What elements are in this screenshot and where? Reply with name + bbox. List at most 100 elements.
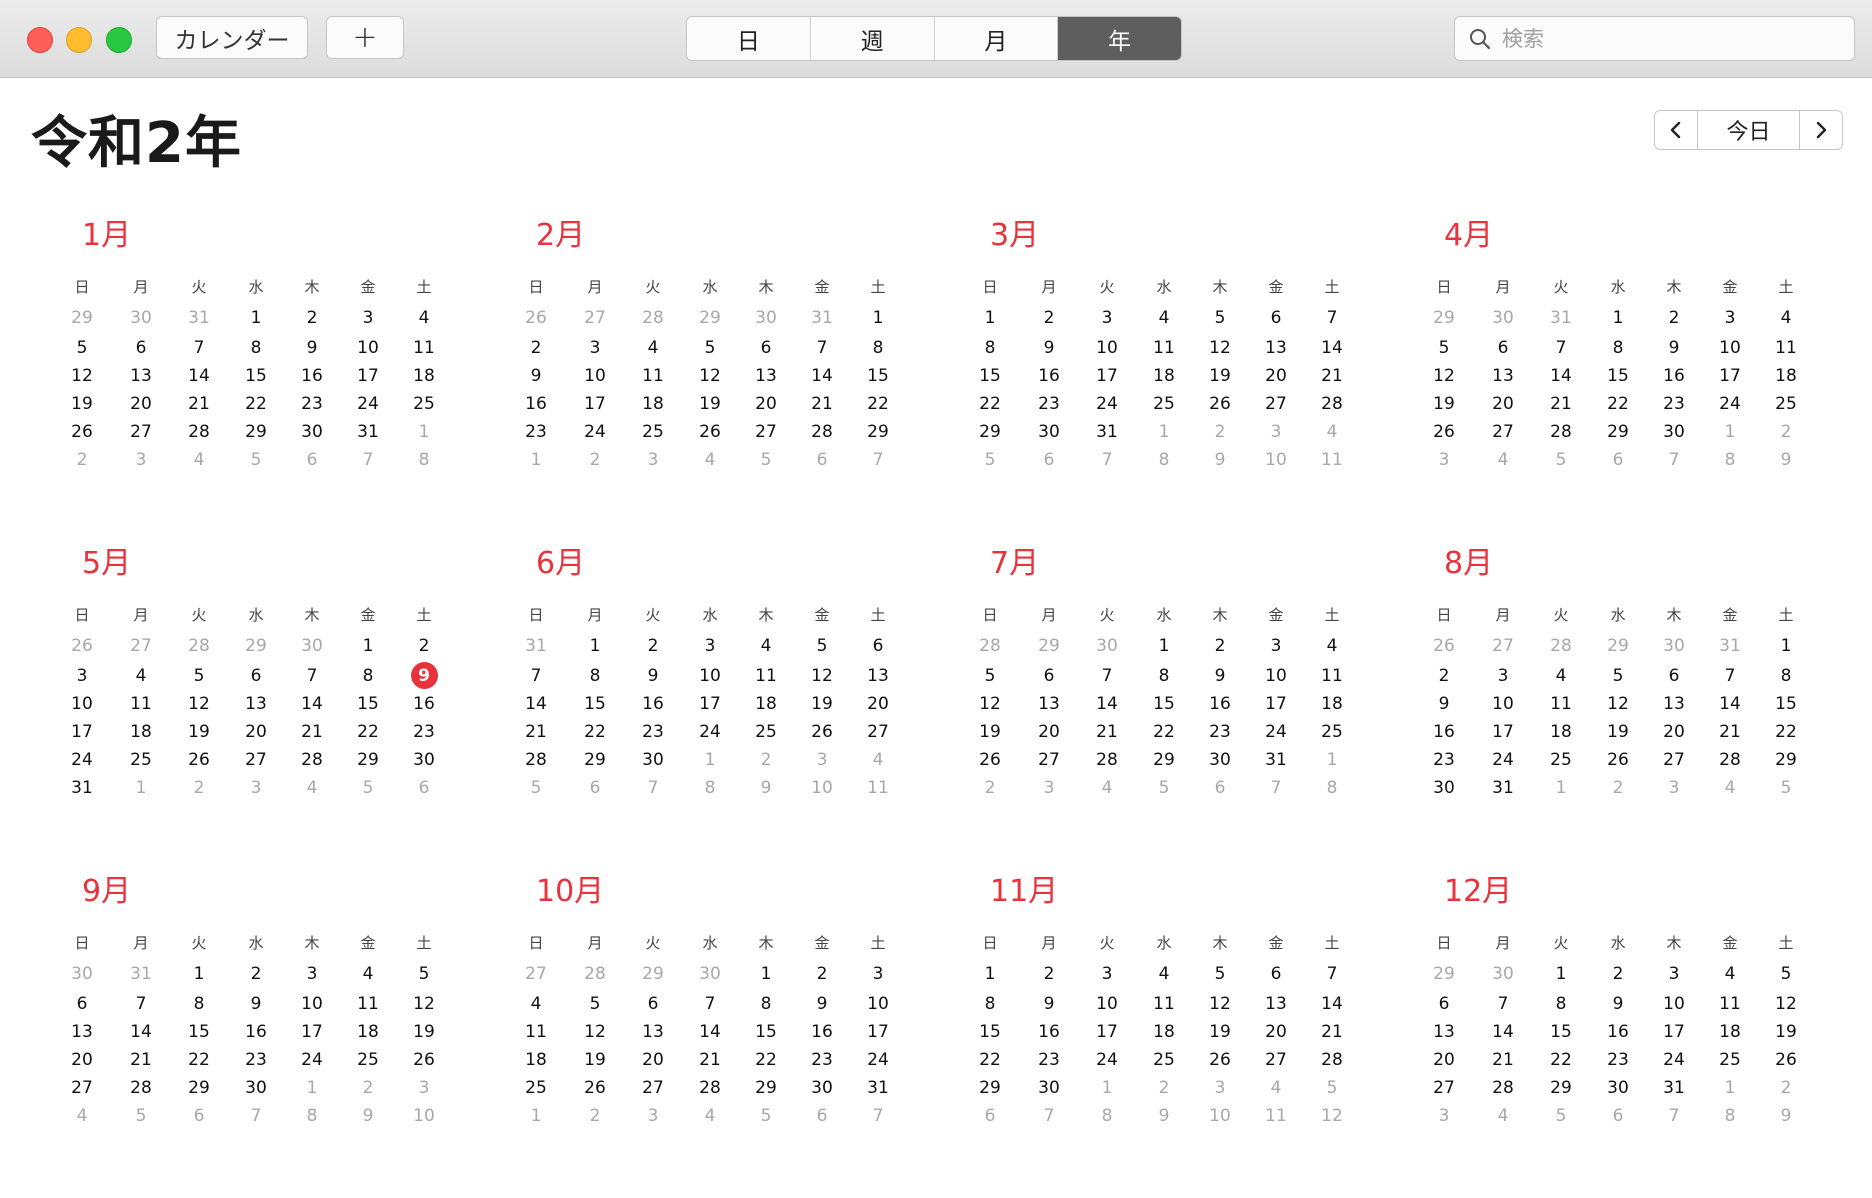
day-cell[interactable]: 9 [1766,1103,1806,1129]
day-cell[interactable]: 24 [348,391,388,417]
day-cell[interactable]: 16 [802,1019,842,1045]
zoom-window-button[interactable] [106,27,132,53]
day-cell[interactable]: 4 [1087,775,1127,801]
day-cell[interactable]: 16 [516,391,556,417]
day-cell[interactable]: 2 [1424,663,1464,689]
day-cell[interactable]: 4 [1541,663,1581,689]
day-cell[interactable]: 18 [1144,363,1184,389]
day-cell[interactable]: 19 [970,719,1010,745]
day-cell[interactable]: 7 [348,447,388,473]
month-7[interactable]: 7月日月火水木金土 28 29 30 1 2 3 4 5 6 7 8 9 10 11 12 13 14 15 16 17… [946,538,1346,838]
day-cell[interactable]: 11 [1144,335,1184,361]
day-cell[interactable]: 9 [1766,447,1806,473]
day-cell[interactable]: 3 [1087,961,1127,987]
day-cell[interactable]: 12 [1766,991,1806,1017]
day-cell[interactable]: 5 [746,447,786,473]
day-cell[interactable]: 16 [1598,1019,1638,1045]
day-cell[interactable]: 17 [1087,363,1127,389]
day-cell[interactable]: 19 [575,1047,615,1073]
day-cell[interactable]: 28 [1541,633,1581,659]
day-cell[interactable]: 11 [633,363,673,389]
day-cell[interactable]: 6 [1256,305,1296,331]
day-cell[interactable]: 1 [236,305,276,331]
day-cell[interactable]: 6 [802,447,842,473]
tab-day[interactable]: 日 [687,17,811,60]
day-cell[interactable]: 30 [292,419,332,445]
day-cell[interactable]: 9 [746,775,786,801]
day-cell[interactable]: 30 [1598,1075,1638,1101]
day-cell[interactable]: 2 [1766,419,1806,445]
day-cell[interactable]: 29 [348,747,388,773]
day-cell[interactable]: 28 [179,419,219,445]
day-cell[interactable]: 4 [1312,633,1352,659]
day-cell[interactable]: 11 [1766,335,1806,361]
day-cell[interactable]: 15 [575,691,615,717]
day-cell[interactable]: 8 [1541,991,1581,1017]
day-cell[interactable]: 5 [121,1103,161,1129]
day-cell[interactable]: 24 [858,1047,898,1073]
day-cell[interactable]: 5 [690,335,730,361]
day-cell[interactable]: 12 [802,663,842,689]
day-cell[interactable]: 22 [970,391,1010,417]
day-cell[interactable]: 4 [1710,961,1750,987]
day-cell[interactable]: 24 [292,1047,332,1073]
day-cell[interactable]: 19 [62,391,102,417]
day-cell[interactable]: 18 [404,363,444,389]
day-cell[interactable]: 18 [633,391,673,417]
day-cell[interactable]: 5 [970,663,1010,689]
day-cell[interactable]: 6 [1598,1103,1638,1129]
day-cell[interactable]: 13 [236,691,276,717]
day-cell[interactable]: 19 [179,719,219,745]
day-cell[interactable]: 31 [1087,419,1127,445]
day-cell[interactable]: 6 [970,1103,1010,1129]
day-cell[interactable]: 2 [970,775,1010,801]
day-cell[interactable]: 30 [292,633,332,659]
day-cell[interactable]: 15 [236,363,276,389]
day-cell[interactable]: 27 [633,1075,673,1101]
day-cell[interactable]: 22 [858,391,898,417]
day-cell[interactable]: 5 [1424,335,1464,361]
day-cell[interactable]: 13 [858,663,898,689]
day-cell[interactable]: 29 [236,633,276,659]
day-cell[interactable]: 24 [1654,1047,1694,1073]
close-window-button[interactable] [27,27,53,53]
day-cell[interactable]: 28 [970,633,1010,659]
day-cell[interactable]: 10 [1256,663,1296,689]
day-cell[interactable]: 5 [404,961,444,987]
day-cell[interactable]: 15 [1766,691,1806,717]
day-cell[interactable]: 8 [575,663,615,689]
day-cell[interactable]: 7 [1256,775,1296,801]
day-cell[interactable]: 15 [970,1019,1010,1045]
day-cell[interactable]: 3 [236,775,276,801]
day-cell[interactable]: 30 [1654,419,1694,445]
today-day-cell[interactable]: 9 [404,662,444,689]
day-cell[interactable]: 31 [1483,775,1523,801]
day-cell[interactable]: 7 [1654,1103,1694,1129]
day-cell[interactable]: 8 [690,775,730,801]
day-cell[interactable]: 1 [1541,961,1581,987]
day-cell[interactable]: 21 [292,719,332,745]
day-cell[interactable]: 23 [1200,719,1240,745]
day-cell[interactable]: 12 [1312,1103,1352,1129]
day-cell[interactable]: 27 [62,1075,102,1101]
day-cell[interactable]: 2 [1598,961,1638,987]
day-cell[interactable]: 17 [575,391,615,417]
day-cell[interactable]: 31 [1541,305,1581,331]
day-cell[interactable]: 27 [121,633,161,659]
day-cell[interactable]: 9 [1200,447,1240,473]
day-cell[interactable]: 18 [1541,719,1581,745]
day-cell[interactable]: 23 [1598,1047,1638,1073]
day-cell[interactable]: 31 [1256,747,1296,773]
day-cell[interactable]: 14 [516,691,556,717]
day-cell[interactable]: 29 [1029,633,1069,659]
day-cell[interactable]: 25 [348,1047,388,1073]
day-cell[interactable]: 11 [404,335,444,361]
day-cell[interactable]: 30 [1029,1075,1069,1101]
minimize-window-button[interactable] [66,27,92,53]
day-cell[interactable]: 15 [348,691,388,717]
day-cell[interactable]: 3 [575,335,615,361]
day-cell[interactable]: 2 [292,305,332,331]
day-cell[interactable]: 16 [1029,1019,1069,1045]
day-cell[interactable]: 22 [236,391,276,417]
day-cell[interactable]: 31 [62,775,102,801]
